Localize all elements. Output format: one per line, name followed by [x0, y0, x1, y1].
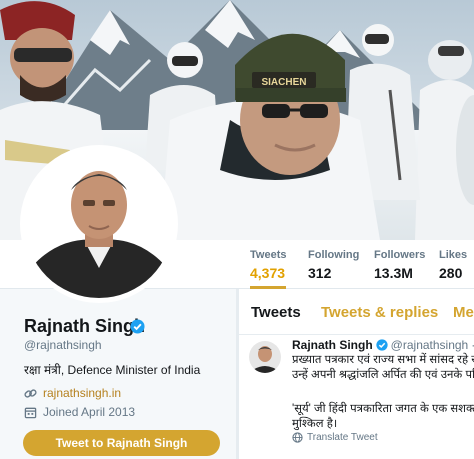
- link-icon: [24, 388, 37, 398]
- tab-tweets[interactable]: Tweets: [251, 304, 301, 321]
- profile-handle[interactable]: @rajnathsingh: [24, 338, 102, 352]
- tweet-avatar[interactable]: [249, 341, 281, 373]
- profile-bio: रक्षा मंत्री, Defence Minister of India: [24, 363, 201, 377]
- profile-card: Rajnath Singh @rajnathsingh रक्षा मंत्री…: [0, 289, 236, 459]
- globe-icon: [292, 432, 303, 443]
- stat-value: 4,373: [250, 265, 286, 281]
- profile-website-link[interactable]: rajnathsingh.in: [43, 386, 121, 400]
- stat-label: Followers: [374, 249, 426, 261]
- stat-label: Tweets: [250, 249, 287, 261]
- translate-tweet-label[interactable]: Translate Tweet: [307, 432, 378, 443]
- translate-tweet[interactable]: Translate Tweet: [292, 432, 378, 443]
- tweet-header: Rajnath Singh @rajnathsingh · 3m: [292, 338, 474, 352]
- timeline: Tweets Tweets & replies Media Rajnath Si…: [239, 289, 474, 459]
- profile-name[interactable]: Rajnath Singh: [24, 316, 145, 337]
- stat-label: Following: [308, 249, 360, 261]
- cap-text: SIACHEN: [261, 77, 306, 88]
- tweet-item[interactable]: Rajnath Singh @rajnathsingh · 3m प्रख्या…: [239, 335, 474, 459]
- tweet-text-line: उन्हें अपनी श्रद्धांजलि अर्पित की एवं उन…: [292, 369, 474, 381]
- tweet-avatar-portrait: [249, 341, 281, 373]
- verified-badge-icon: [130, 319, 145, 334]
- stat-following[interactable]: Following 312: [308, 248, 359, 282]
- stat-tweets[interactable]: Tweets 4,373: [250, 248, 287, 289]
- tweet-text-line: मुश्किल है।: [292, 418, 338, 430]
- tweet-text-continued: 'सूर्य' जी हिंदी पत्रकारिता जगत के एक सश…: [292, 402, 474, 432]
- stat-likes[interactable]: Likes 280: [439, 248, 467, 282]
- stat-value: 312: [308, 265, 332, 281]
- stat-label: Likes: [439, 249, 468, 261]
- profile-avatar[interactable]: [20, 145, 178, 303]
- avatar-portrait: [25, 150, 173, 298]
- profile-joined-date: Joined April 2013: [43, 405, 136, 419]
- timeline-tabs: Tweets Tweets & replies Media: [239, 289, 474, 335]
- tweet-author-handle[interactable]: @rajnathsingh: [391, 338, 469, 352]
- tweet-text-line: 'सूर्य' जी हिंदी पत्रकारिता जगत के एक सश…: [292, 403, 474, 415]
- tweet-text: प्रख्यात पत्रकार एवं राज्य सभा में सांसद…: [292, 353, 474, 383]
- tab-tweets-replies[interactable]: Tweets & replies: [321, 304, 438, 321]
- tweet-text-line: प्रख्यात पत्रकार एवं राज्य सभा में सांसद…: [292, 354, 474, 366]
- stat-followers[interactable]: Followers 13.3M: [374, 248, 425, 282]
- tweet-author-name[interactable]: Rajnath Singh: [292, 338, 373, 352]
- profile-joined-row: Joined April 2013: [24, 405, 135, 419]
- verified-badge-icon: [376, 339, 388, 351]
- tweet-to-button[interactable]: Tweet to Rajnath Singh: [23, 430, 220, 456]
- stat-value: 280: [439, 265, 463, 281]
- calendar-icon: [24, 407, 37, 418]
- profile-website-row: rajnathsingh.in: [24, 386, 121, 400]
- stat-value: 13.3M: [374, 265, 413, 281]
- tab-media[interactable]: Media: [453, 304, 474, 321]
